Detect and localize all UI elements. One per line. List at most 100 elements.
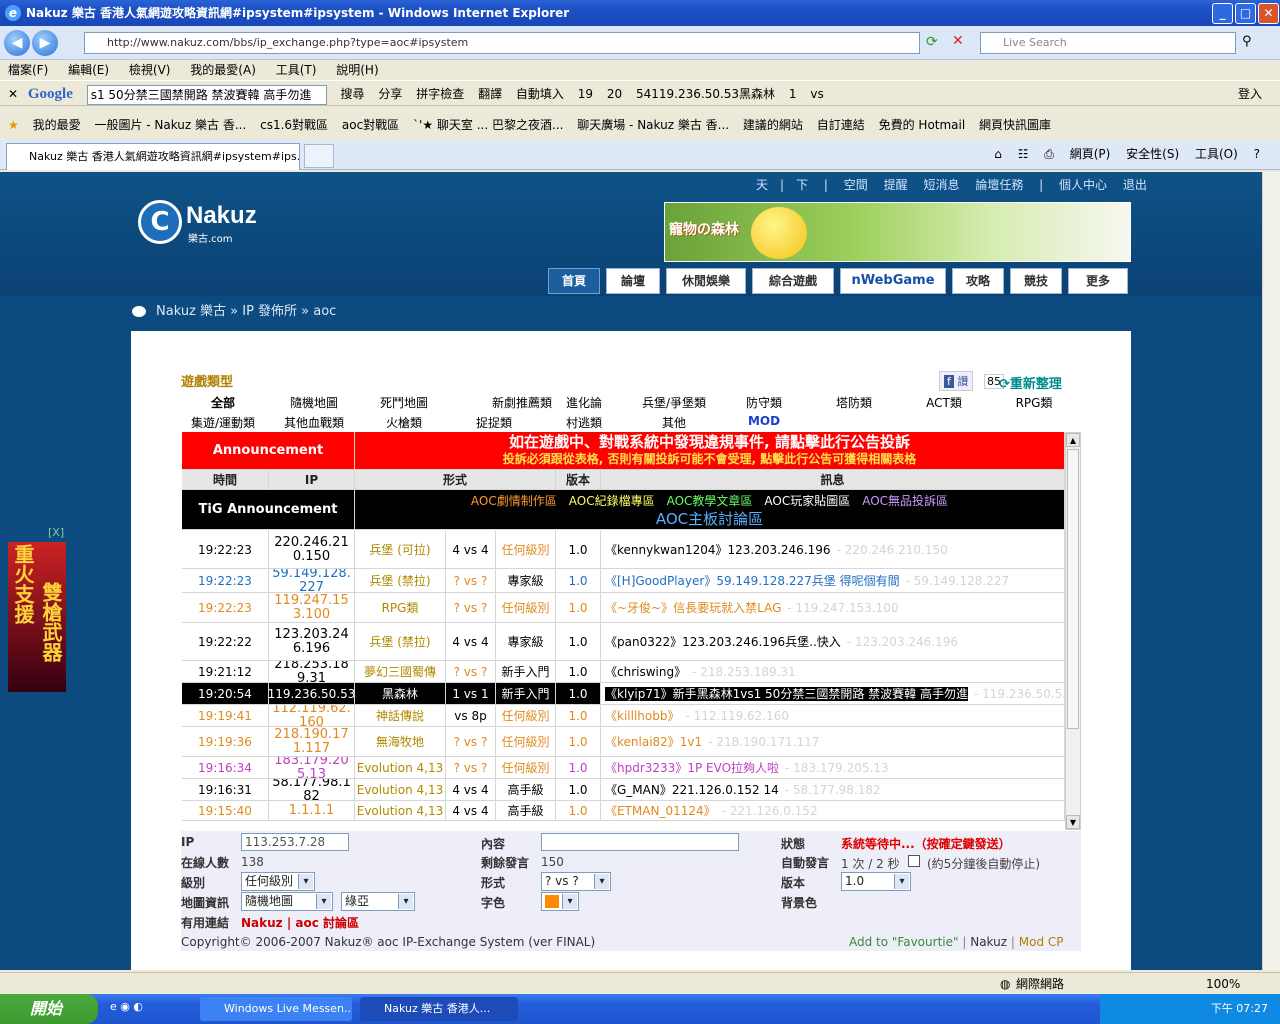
top-link[interactable]: 個人中心 xyxy=(1059,178,1107,192)
category-filter[interactable]: 死鬥地圖 xyxy=(354,394,454,411)
top-link[interactable]: 短消息 xyxy=(923,178,959,192)
menu-favorites[interactable]: 我的最愛(A) xyxy=(190,63,256,77)
row-message[interactable]: 《[H]GoodPlayer》59.149.128.227兵堡 得呢個有間 - 5… xyxy=(601,569,1065,592)
feeds-icon[interactable]: ☷ xyxy=(1018,147,1029,161)
menu-edit[interactable]: 編輯(E) xyxy=(68,63,109,77)
zoom-level[interactable]: 100% xyxy=(1206,973,1240,995)
highlight-20[interactable]: 20 xyxy=(607,87,622,101)
scroll-up-icon[interactable]: ▲ xyxy=(1066,433,1080,447)
tig-link[interactable]: AOC紀錄檔專區 xyxy=(569,494,655,508)
fav-link[interactable]: 建議的網站 xyxy=(743,118,803,132)
nav-guides[interactable]: 攻略 xyxy=(952,268,1004,294)
category-filter[interactable]: 捉捉類 xyxy=(444,414,544,431)
row-ip[interactable]: 58.177.98.182 xyxy=(269,779,355,800)
nav-home[interactable]: 首頁 xyxy=(548,268,600,294)
category-filter[interactable]: 隨機地圖 xyxy=(264,394,364,411)
nav-nwebgame[interactable]: nWebGame xyxy=(840,268,946,294)
category-filter[interactable]: 其他血戰類 xyxy=(264,414,364,431)
row-message[interactable]: 《kenlai82》1v1 - 218.190.171.117 xyxy=(601,727,1065,756)
category-filter[interactable]: 火槍類 xyxy=(354,414,454,431)
favorites-button[interactable]: 我的最愛 xyxy=(33,118,81,132)
google-signin-button[interactable]: 登入 xyxy=(1238,81,1262,105)
menu-help[interactable]: 說明(H) xyxy=(336,63,378,77)
home-icon[interactable]: ⌂ xyxy=(994,147,1002,161)
link-nakuz[interactable]: Nakuz xyxy=(241,916,283,930)
table-scrollbar[interactable]: ▲ ▼ xyxy=(1065,432,1081,830)
fav-link[interactable]: 一般圖片 - Nakuz 樂古 香... xyxy=(94,118,246,132)
spellcheck-button[interactable]: 拼字檢查 xyxy=(416,87,464,101)
row-message[interactable]: 《chriswing》 - 218.253.189.31 xyxy=(601,661,1065,682)
row-message-text[interactable]: 《killlhobb》 xyxy=(605,709,679,723)
translate-button[interactable]: 翻譯 xyxy=(478,87,502,101)
ad-banner[interactable]: 寵物の森林 xyxy=(664,202,1131,262)
category-filter[interactable]: 塔防類 xyxy=(804,394,904,411)
nav-more[interactable]: 更多 xyxy=(1068,268,1128,294)
row-message[interactable]: 《G_MAN》221.126.0.152 14 - 58.177.98.182 xyxy=(601,779,1065,800)
share-button[interactable]: 分享 xyxy=(378,87,402,101)
safety-menu[interactable]: 安全性(S) xyxy=(1126,147,1179,161)
announcement-banner[interactable]: 如在遊戲中、對戰系統中發現違規事件, 請點擊此行公告投訴 投訴必須跟從表格, 否則… xyxy=(355,432,1065,469)
category-filter[interactable]: 全部 xyxy=(173,394,273,411)
row-message[interactable]: 《hpdr3233》1P EVO拉夠人啦 - 183.179.205.13 xyxy=(601,757,1065,778)
tab-nakuz[interactable]: Nakuz 樂古 香港人氣網遊攻略資訊網#ipsystem#ips... xyxy=(6,143,300,170)
quicklaunch-icons[interactable]: e ◉ ◐ xyxy=(110,1000,143,1013)
scroll-down-icon[interactable]: ▼ xyxy=(1066,815,1080,829)
facebook-like-button[interactable]: f 讚 xyxy=(939,371,974,391)
row-message[interactable]: 《~牙俊~》信長要玩就入禁LAG - 119.247.153.100 xyxy=(601,593,1065,622)
google-search-input[interactable]: s1 50分禁三國禁開路 禁波賽韓 高手勿進 xyxy=(86,84,327,105)
top-link[interactable]: 天 xyxy=(756,178,768,192)
refresh-icon[interactable]: ⟳ xyxy=(926,34,938,50)
ip-input[interactable]: 113.253.7.28 xyxy=(241,833,349,851)
menu-view[interactable]: 檢視(V) xyxy=(129,63,171,77)
row-ip[interactable]: 119.247.153.100 xyxy=(269,593,355,622)
tig-link[interactable]: AOC劇情制作區 xyxy=(471,494,557,508)
forward-icon[interactable]: ▶ xyxy=(32,30,58,56)
map-select[interactable]: 隨機地圖 xyxy=(241,892,333,911)
help-icon[interactable]: ? xyxy=(1254,147,1260,161)
row-message-text[interactable]: 《pan0322》123.203.246.196兵堡..快入 xyxy=(605,635,841,649)
announcement-line-1[interactable]: 如在遊戲中、對戰系統中發現違規事件, 請點擊此行公告投訴 xyxy=(509,433,910,451)
font-color-select[interactable] xyxy=(541,892,579,911)
menu-file[interactable]: 檔案(F) xyxy=(8,63,48,77)
tig-main-forum-link[interactable]: AOC主板討論區 xyxy=(656,510,763,528)
nakuz-link[interactable]: Nakuz xyxy=(970,935,1007,949)
row-message-text[interactable]: 《kennykwan1204》123.203.246.196 xyxy=(605,543,831,557)
row-message-text[interactable]: 《klyip71》新手黑森林1vs1 50分禁三國禁開路 禁波賽韓 高手勿進 xyxy=(605,686,968,701)
top-link[interactable]: 退出 xyxy=(1123,178,1147,192)
back-icon[interactable]: ◀ xyxy=(4,30,30,56)
nav-competition[interactable]: 競技 xyxy=(1010,268,1062,294)
menu-tools[interactable]: 工具(T) xyxy=(276,63,317,77)
category-filter[interactable]: 兵堡/爭堡類 xyxy=(624,394,724,411)
category-filter[interactable]: MOD xyxy=(714,414,814,428)
top-link[interactable]: 論壇任務 xyxy=(975,178,1023,192)
top-link[interactable]: 提醒 xyxy=(884,178,908,192)
add-favourite-link[interactable]: Add to "Favourtie" xyxy=(849,935,959,949)
row-ip[interactable]: 59.149.128.227 xyxy=(269,569,355,592)
row-ip[interactable]: 218.253.189.31 xyxy=(269,661,355,682)
row-message-text[interactable]: 《kenlai82》1v1 xyxy=(605,735,702,749)
tig-link[interactable]: AOC教學文章區 xyxy=(667,494,753,508)
row-ip[interactable]: 112.119.62.160 xyxy=(269,705,355,726)
row-message[interactable]: 《ETMAN_01124》 - 221.126.0.152 xyxy=(601,801,1065,820)
row-message-text[interactable]: 《ETMAN_01124》 xyxy=(605,804,716,818)
level-select[interactable]: 任何級別 xyxy=(241,872,315,891)
row-message[interactable]: 《klyip71》新手黑森林1vs1 50分禁三國禁開路 禁波賽韓 高手勿進 - … xyxy=(601,683,1065,704)
category-filter[interactable]: RPG類 xyxy=(984,394,1084,411)
address-input[interactable]: http://www.nakuz.com/bbs/ip_exchange.php… xyxy=(84,32,920,54)
fav-link[interactable]: 聊天廣場 - Nakuz 樂古 香... xyxy=(577,118,729,132)
row-message-text[interactable]: 《chriswing》 xyxy=(605,665,686,679)
tig-link[interactable]: AOC玩家貼圖區 xyxy=(764,494,850,508)
announcement-line-2[interactable]: 投訴必須跟從表格, 否則有關投訴可能不會受理, 點擊此行公告可獲得相關表格 xyxy=(503,451,916,468)
nav-games[interactable]: 綜合遊戲 xyxy=(752,268,834,294)
new-tab-button[interactable] xyxy=(304,144,334,168)
site-logo[interactable]: C Nakuz 樂古.com xyxy=(138,200,274,245)
row-ip[interactable]: 119.236.50.53 xyxy=(269,683,355,704)
fav-link[interactable]: 自訂連結 xyxy=(817,118,865,132)
category-filter[interactable]: 集遊/運動類 xyxy=(173,414,273,431)
highlight-vs[interactable]: vs xyxy=(810,87,823,101)
taskbar-ie[interactable]: Nakuz 樂古 香港人... xyxy=(360,997,518,1021)
mod-cp-link[interactable]: Mod CP xyxy=(1019,935,1064,949)
google-search-button[interactable]: 搜尋 xyxy=(341,87,365,101)
row-message-text[interactable]: 《hpdr3233》1P EVO拉夠人啦 xyxy=(605,761,779,775)
version-select[interactable]: 1.0 xyxy=(841,872,911,891)
